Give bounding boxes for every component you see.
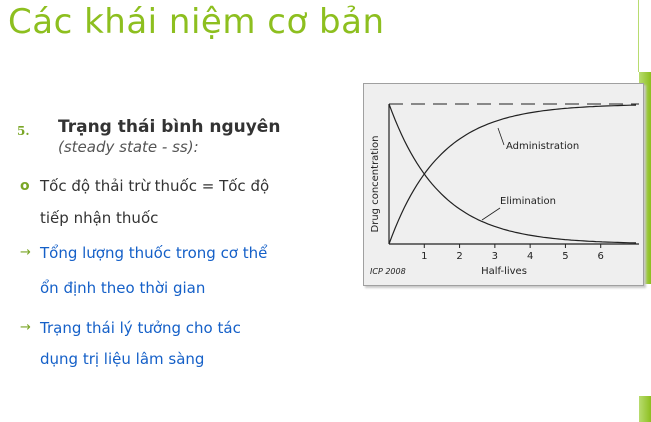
bullet-2-line-2: ổn định theo thời gian	[40, 279, 206, 297]
steady-state-chart: 1 2 3 4 5 6 Drug concentration Half-lives ICP…	[363, 83, 644, 286]
series-administration-line	[388, 104, 637, 245]
x-axis-label: Half-lives	[481, 266, 527, 277]
x-tick-label: 5	[562, 251, 568, 262]
slide-edge-top	[638, 0, 651, 72]
administration-pointer	[497, 127, 505, 146]
y-axis-label: Drug concentration	[370, 136, 381, 233]
series-label-elimination: Elimination	[500, 196, 556, 207]
bullet-1-line-2: tiếp nhận thuốc	[40, 209, 159, 227]
chart-svg: 1 2 3 4 5 6 Drug concentration Half-lives ICP…	[370, 103, 639, 277]
section-heading: Trạng thái bình nguyên	[58, 117, 281, 137]
bullet-3-line-1: Trạng thái lý tưởng cho tác	[40, 319, 241, 337]
bullet-1-line-1: Tốc độ thải trừ thuốc = Tốc độ	[40, 177, 270, 195]
arrow-bullet-icon: →	[20, 320, 31, 335]
slide-title: Các khái niệm cơ bản	[8, 2, 385, 42]
section-number: 5.	[17, 124, 30, 138]
elimination-pointer	[481, 207, 501, 221]
arrow-bullet-icon: →	[20, 245, 31, 260]
x-tick-label: 1	[421, 251, 427, 262]
slide-edge-gap	[635, 284, 651, 396]
section-subheading: (steady state - ss):	[58, 138, 199, 156]
x-tick-label: 2	[456, 251, 462, 262]
chart-credit: ICP 2008	[370, 267, 406, 276]
bullet-3-line-2: dụng trị liệu lâm sàng	[40, 350, 205, 368]
circle-bullet-icon: o	[20, 178, 30, 194]
series-label-administration: Administration	[506, 141, 579, 152]
bullet-2-line-1: Tổng lượng thuốc trong cơ thể	[40, 244, 268, 262]
x-tick-label: 3	[492, 251, 498, 262]
x-tick-label: 4	[527, 251, 533, 262]
series-elimination-line	[388, 103, 637, 244]
x-tick-label: 6	[598, 251, 604, 262]
